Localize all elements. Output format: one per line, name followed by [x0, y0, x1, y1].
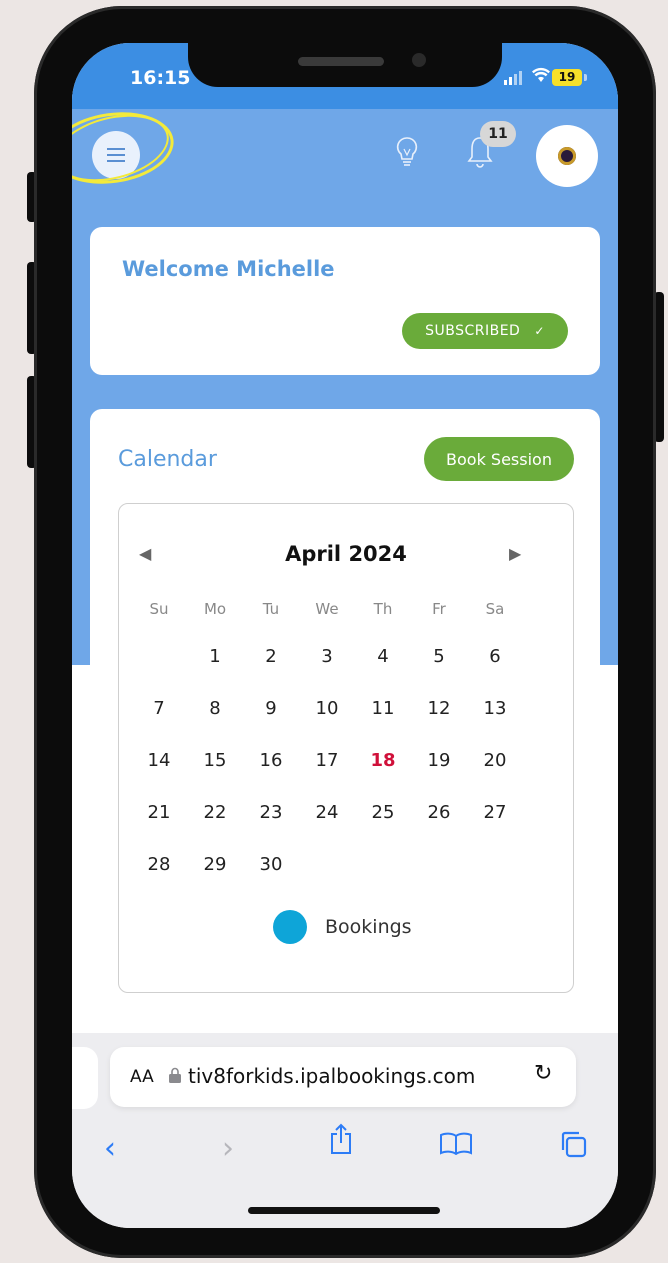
previous-tab-preview[interactable] [72, 1047, 98, 1109]
back-icon[interactable]: ‹ [104, 1131, 116, 1166]
calendar-day[interactable]: 17 [307, 750, 347, 771]
device-notch [188, 43, 502, 87]
calendar-day[interactable]: 30 [251, 854, 291, 875]
home-indicator[interactable] [248, 1207, 440, 1214]
calendar-title: Calendar [118, 447, 217, 472]
share-icon[interactable] [329, 1123, 353, 1155]
calendar-day[interactable]: 1 [195, 646, 235, 667]
avatar[interactable] [536, 125, 598, 187]
cellular-signal-icon [504, 71, 522, 85]
calendar-month-label: April 2024 [285, 542, 407, 566]
weekday-header: Tu [262, 600, 280, 618]
calendar-day[interactable]: 23 [251, 802, 291, 823]
battery-indicator: 19 [552, 69, 582, 86]
url-text: tiv8forkids.ipalbookings.com [188, 1064, 476, 1088]
calendar-day-today[interactable]: 18 [363, 750, 403, 771]
calendar-day[interactable]: 22 [195, 802, 235, 823]
weekday-header: We [315, 600, 339, 618]
weekday-header: Su [149, 600, 169, 618]
lightbulb-icon[interactable] [394, 135, 420, 169]
calendar-day[interactable]: 20 [475, 750, 515, 771]
calendar-card: Calendar Book Session ◀ April 2024 ▶ Boo… [90, 409, 600, 1027]
calendar-day[interactable]: 25 [363, 802, 403, 823]
calendar-day[interactable]: 8 [195, 698, 235, 719]
calendar-day[interactable]: 26 [419, 802, 459, 823]
book-session-button[interactable]: Book Session [424, 437, 574, 481]
notification-count-badge: 11 [480, 121, 516, 147]
welcome-card: Welcome Michelle SUBSCRIBED ✓ [90, 227, 600, 375]
calendar-day[interactable]: 9 [251, 698, 291, 719]
calendar-widget: ◀ April 2024 ▶ Bookings Su Mo Tu We Th Fr Sa 1 2… [118, 503, 574, 993]
bookmarks-icon[interactable] [438, 1131, 474, 1155]
calendar-day[interactable]: 13 [475, 698, 515, 719]
calendar-day[interactable]: 29 [195, 854, 235, 875]
browser-toolbar: AA tiv8forkids.ipalbookings.com ↻ ‹ › [72, 1033, 618, 1228]
reader-options-button[interactable]: AA [130, 1067, 154, 1087]
calendar-day[interactable]: 27 [475, 802, 515, 823]
calendar-day[interactable]: 19 [419, 750, 459, 771]
phone-screen: 16:15 19 11 Welcome Michelle SUBSCRIBED … [72, 43, 618, 1228]
front-camera [412, 53, 426, 67]
weekday-header: Th [373, 600, 393, 618]
battery-tip [584, 74, 587, 81]
calendar-day[interactable]: 3 [307, 646, 347, 667]
speaker-grille [298, 57, 384, 66]
subscribed-badge[interactable]: SUBSCRIBED ✓ [402, 313, 568, 349]
calendar-day[interactable]: 16 [251, 750, 291, 771]
calendar-day[interactable]: 12 [419, 698, 459, 719]
tabs-icon[interactable] [558, 1129, 588, 1159]
bookings-legend-dot [273, 910, 307, 944]
calendar-day[interactable]: 6 [475, 646, 515, 667]
next-month-icon[interactable]: ▶ [509, 544, 521, 563]
wifi-icon [532, 67, 550, 88]
calendar-day[interactable]: 28 [139, 854, 179, 875]
forward-icon[interactable]: › [222, 1131, 234, 1166]
status-time: 16:15 [130, 67, 191, 89]
weekday-header: Sa [485, 600, 505, 618]
calendar-day[interactable]: 5 [419, 646, 459, 667]
calendar-day[interactable]: 10 [307, 698, 347, 719]
check-icon: ✓ [534, 324, 545, 338]
subscribed-label: SUBSCRIBED [425, 323, 521, 339]
calendar-day[interactable]: 15 [195, 750, 235, 771]
calendar-day[interactable]: 11 [363, 698, 403, 719]
bookings-legend-label: Bookings [325, 916, 412, 938]
calendar-day[interactable]: 4 [363, 646, 403, 667]
avatar-logo [558, 147, 576, 165]
weekday-header: Mo [203, 600, 227, 618]
calendar-day[interactable]: 21 [139, 802, 179, 823]
calendar-day[interactable]: 14 [139, 750, 179, 771]
reload-icon[interactable]: ↻ [534, 1061, 552, 1086]
lock-icon [169, 1067, 181, 1083]
address-bar[interactable]: AA tiv8forkids.ipalbookings.com ↻ [110, 1047, 576, 1107]
calendar-day[interactable]: 24 [307, 802, 347, 823]
welcome-title: Welcome Michelle [122, 257, 335, 281]
calendar-day[interactable]: 2 [251, 646, 291, 667]
calendar-day[interactable]: 7 [139, 698, 179, 719]
weekday-header: Fr [432, 600, 446, 618]
